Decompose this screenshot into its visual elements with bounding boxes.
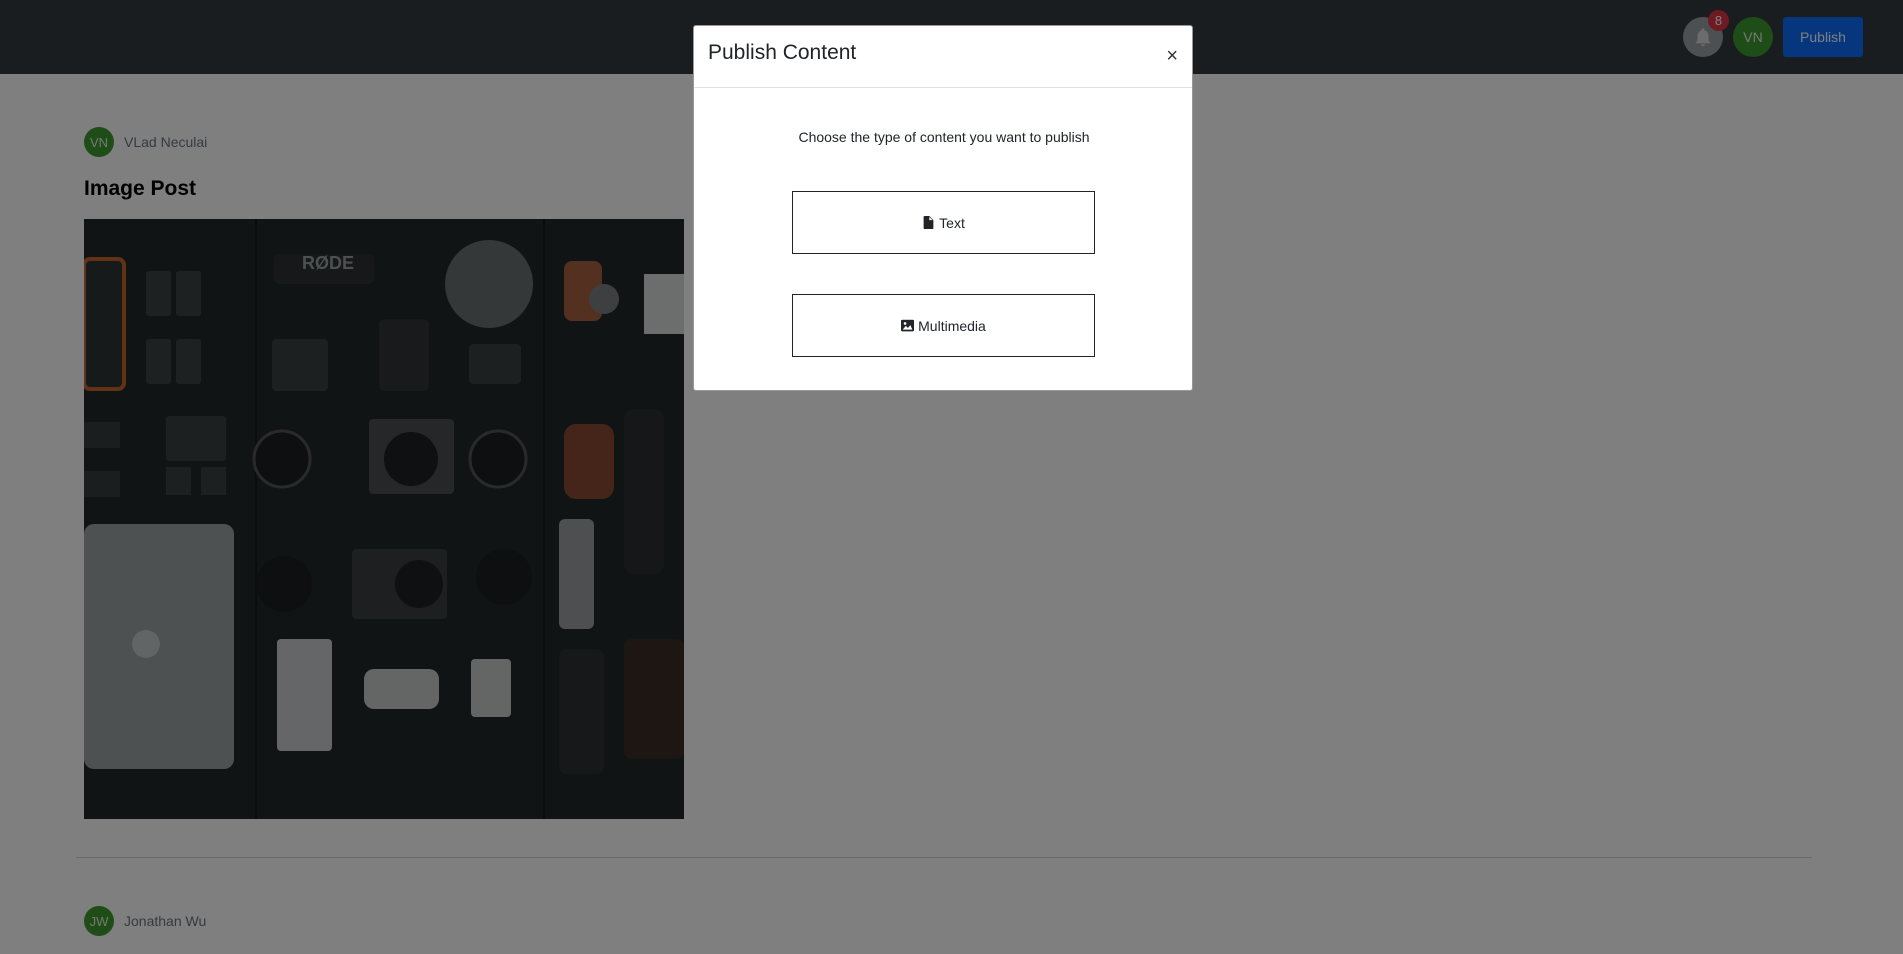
file-text-icon	[923, 216, 934, 229]
modal-header: Publish Content ×	[694, 26, 1192, 88]
multimedia-option-label: Multimedia	[918, 317, 986, 334]
modal-prompt: Choose the type of content you want to p…	[798, 129, 1090, 145]
text-option-button[interactable]: Text	[792, 191, 1095, 254]
close-button[interactable]: ×	[1166, 46, 1178, 66]
modal-title: Publish Content	[708, 41, 857, 64]
publish-content-modal: Publish Content × Choose the type of con…	[693, 25, 1193, 391]
text-option-label: Text	[939, 214, 965, 231]
image-icon	[901, 319, 915, 332]
multimedia-option-button[interactable]: Multimedia	[792, 294, 1095, 357]
